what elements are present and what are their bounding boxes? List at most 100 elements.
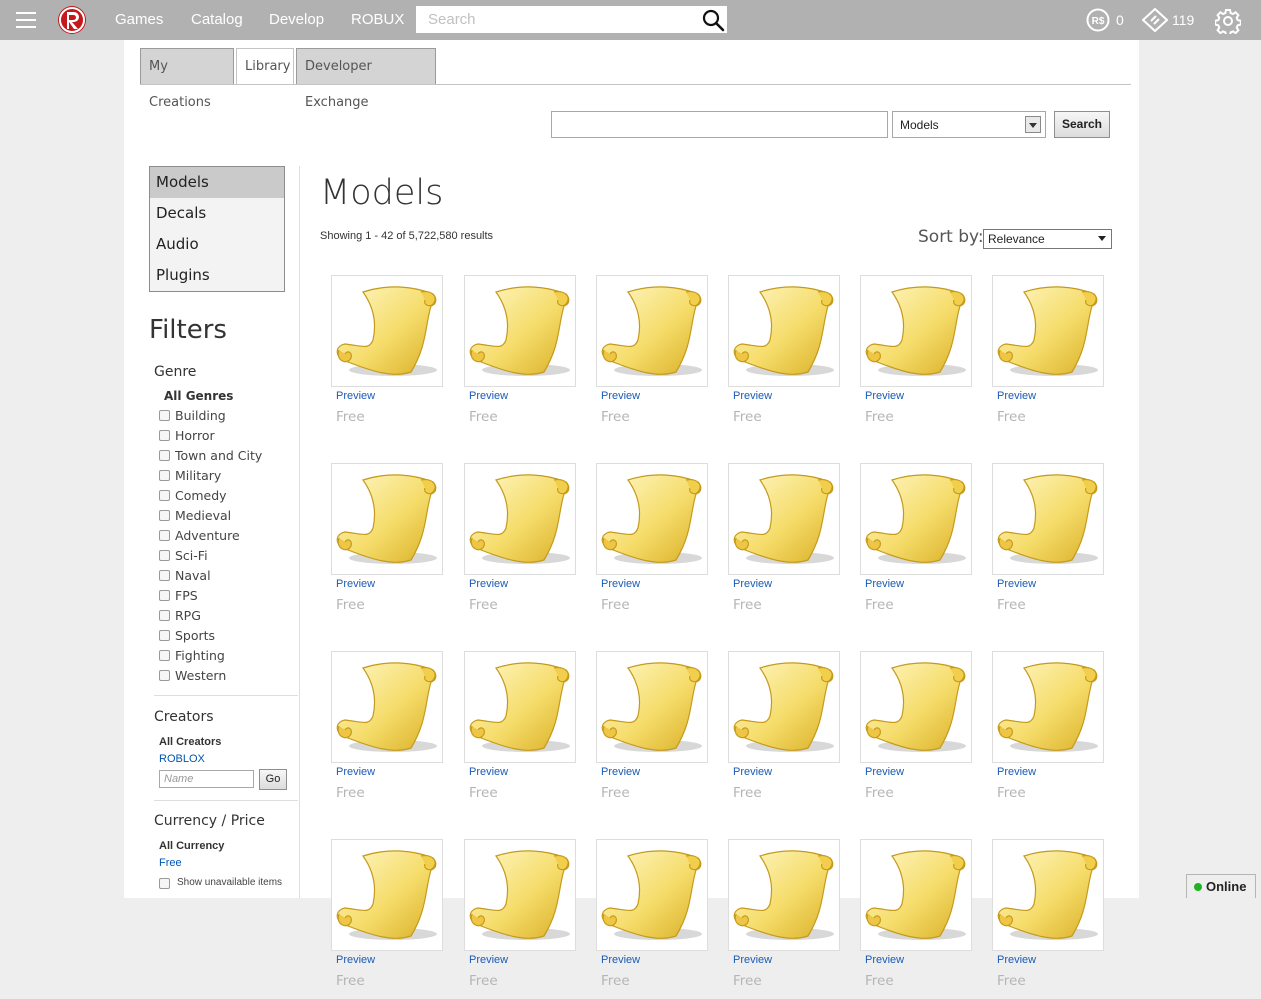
- creators-heading: Creators: [154, 709, 214, 725]
- preview-link[interactable]: Preview: [336, 578, 375, 590]
- creator-go-button[interactable]: Go: [259, 769, 287, 790]
- currency-free-link[interactable]: Free: [159, 857, 182, 869]
- preview-link[interactable]: Preview: [601, 578, 640, 590]
- preview-link[interactable]: Preview: [997, 578, 1036, 590]
- model-thumbnail[interactable]: [728, 651, 840, 763]
- model-thumbnail[interactable]: [464, 463, 576, 575]
- model-item: Preview Free: [596, 651, 708, 811]
- preview-link[interactable]: Preview: [997, 766, 1036, 778]
- preview-link[interactable]: Preview: [733, 766, 772, 778]
- item-price: Free: [469, 409, 498, 425]
- roblox-logo[interactable]: [57, 5, 87, 35]
- model-thumbnail[interactable]: [992, 839, 1104, 951]
- search-icon[interactable]: [701, 8, 725, 32]
- creator-roblox-link[interactable]: ROBLOX: [159, 753, 205, 765]
- preview-link[interactable]: Preview: [336, 954, 375, 966]
- model-thumbnail[interactable]: [464, 651, 576, 763]
- genre-checkbox[interactable]: [159, 410, 170, 421]
- model-thumbnail[interactable]: [860, 463, 972, 575]
- library-search-input[interactable]: [551, 111, 888, 138]
- model-thumbnail[interactable]: [860, 839, 972, 951]
- category-item-decals[interactable]: Decals: [150, 198, 284, 229]
- preview-link[interactable]: Preview: [601, 390, 640, 402]
- model-thumbnail[interactable]: [596, 463, 708, 575]
- preview-link[interactable]: Preview: [865, 390, 904, 402]
- tab-library[interactable]: Library: [236, 48, 294, 85]
- preview-link[interactable]: Preview: [997, 390, 1036, 402]
- model-thumbnail[interactable]: [596, 839, 708, 951]
- tab-my-creations[interactable]: My Creations: [140, 48, 234, 110]
- all-creators-option[interactable]: All Creators: [159, 736, 221, 748]
- sort-select[interactable]: Relevance: [983, 229, 1112, 249]
- model-thumbnail[interactable]: [331, 839, 443, 951]
- nav-develop-link[interactable]: Develop: [269, 11, 324, 28]
- genre-checkbox[interactable]: [159, 510, 170, 521]
- preview-link[interactable]: Preview: [865, 954, 904, 966]
- preview-link[interactable]: Preview: [733, 954, 772, 966]
- genre-checkbox[interactable]: [159, 590, 170, 601]
- nav-catalog-link[interactable]: Catalog: [191, 11, 243, 28]
- genre-checkbox[interactable]: [159, 610, 170, 621]
- model-thumbnail[interactable]: [860, 275, 972, 387]
- scroll-icon: [469, 474, 570, 564]
- online-status-badge[interactable]: Online: [1186, 874, 1256, 898]
- genre-checkbox[interactable]: [159, 550, 170, 561]
- library-search-button[interactable]: Search: [1054, 111, 1110, 138]
- genre-checkbox[interactable]: [159, 670, 170, 681]
- model-thumbnail[interactable]: [992, 651, 1104, 763]
- model-thumbnail[interactable]: [992, 275, 1104, 387]
- nav-robux-link[interactable]: ROBUX: [351, 11, 404, 28]
- gear-icon[interactable]: [1215, 8, 1241, 34]
- category-item-models[interactable]: Models: [150, 167, 284, 198]
- top-search-box: [416, 6, 727, 33]
- model-item: Preview Free: [992, 839, 1104, 999]
- preview-link[interactable]: Preview: [997, 954, 1036, 966]
- preview-link[interactable]: Preview: [469, 390, 508, 402]
- model-thumbnail[interactable]: [728, 275, 840, 387]
- model-thumbnail[interactable]: [331, 463, 443, 575]
- tab-developer-exchange[interactable]: Developer Exchange: [296, 48, 436, 110]
- model-thumbnail[interactable]: [596, 275, 708, 387]
- model-thumbnail[interactable]: [464, 275, 576, 387]
- model-thumbnail[interactable]: [728, 839, 840, 951]
- preview-link[interactable]: Preview: [733, 390, 772, 402]
- sidebar-divider: [299, 166, 300, 898]
- hamburger-menu-icon[interactable]: [16, 12, 36, 28]
- preview-link[interactable]: Preview: [865, 766, 904, 778]
- model-thumbnail[interactable]: [860, 651, 972, 763]
- preview-link[interactable]: Preview: [336, 390, 375, 402]
- model-thumbnail[interactable]: [596, 651, 708, 763]
- item-price: Free: [997, 973, 1026, 989]
- preview-link[interactable]: Preview: [865, 578, 904, 590]
- genre-checkbox[interactable]: [159, 530, 170, 541]
- asset-type-select[interactable]: Models: [892, 111, 1046, 138]
- preview-link[interactable]: Preview: [469, 578, 508, 590]
- preview-link[interactable]: Preview: [469, 954, 508, 966]
- model-thumbnail[interactable]: [464, 839, 576, 951]
- model-thumbnail[interactable]: [331, 651, 443, 763]
- model-thumbnail[interactable]: [992, 463, 1104, 575]
- genre-checkbox[interactable]: [159, 490, 170, 501]
- all-genres-option[interactable]: All Genres: [164, 389, 233, 403]
- preview-link[interactable]: Preview: [336, 766, 375, 778]
- genre-checkbox[interactable]: [159, 470, 170, 481]
- show-unavailable-checkbox[interactable]: [159, 878, 170, 889]
- model-thumbnail[interactable]: [728, 463, 840, 575]
- creator-name-input[interactable]: [159, 770, 254, 788]
- preview-link[interactable]: Preview: [601, 766, 640, 778]
- model-thumbnail[interactable]: [331, 275, 443, 387]
- nav-games-link[interactable]: Games: [115, 11, 163, 28]
- genre-checkbox[interactable]: [159, 630, 170, 641]
- preview-link[interactable]: Preview: [601, 954, 640, 966]
- all-currency-option[interactable]: All Currency: [159, 840, 224, 852]
- genre-checkbox[interactable]: [159, 570, 170, 581]
- genre-checkbox[interactable]: [159, 430, 170, 441]
- category-item-audio[interactable]: Audio: [150, 229, 284, 260]
- preview-link[interactable]: Preview: [469, 766, 508, 778]
- genre-checkbox[interactable]: [159, 450, 170, 461]
- category-item-plugins[interactable]: Plugins: [150, 260, 284, 291]
- genre-checkbox[interactable]: [159, 650, 170, 661]
- scroll-icon: [997, 474, 1098, 564]
- preview-link[interactable]: Preview: [733, 578, 772, 590]
- top-search-input[interactable]: [416, 6, 696, 33]
